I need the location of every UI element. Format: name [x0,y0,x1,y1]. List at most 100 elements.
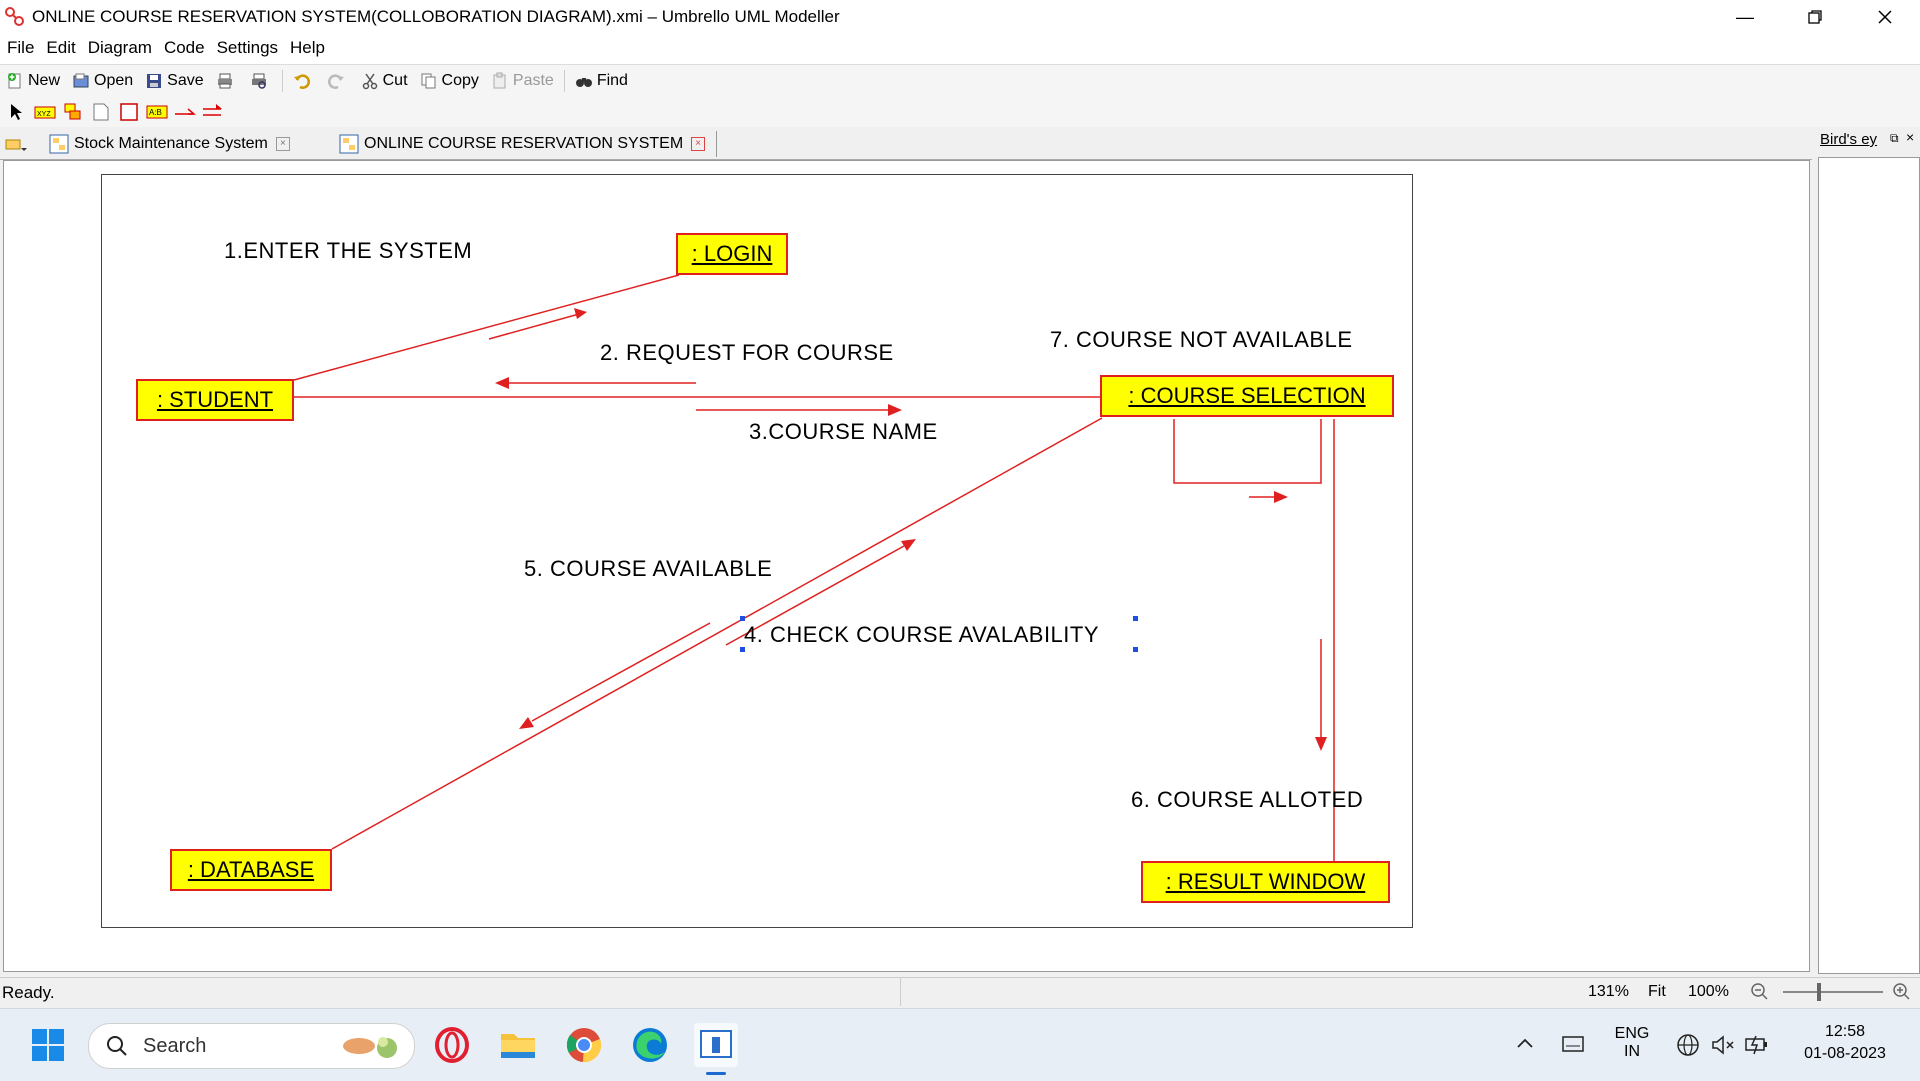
message-label-7[interactable]: 7. COURSE NOT AVAILABLE [1050,327,1353,353]
close-tab-icon[interactable]: × [691,137,706,151]
arrowhead-msg-4 [901,539,916,551]
language-indicator[interactable]: ENG IN [1612,1025,1652,1061]
text-tool[interactable]: A:B [146,101,168,123]
arrow-msg-1 [488,313,580,340]
text-box-icon: A:B [146,105,168,119]
paste-icon [493,72,506,89]
diagram-canvas[interactable]: : LOGIN : STUDENT : COURSE SELECTION : D… [3,160,1810,972]
tab-stock-maintenance[interactable]: Stock Maintenance System × [48,131,290,157]
object-result-window[interactable]: : RESULT WINDOW [1141,861,1390,903]
object-database[interactable]: : DATABASE [170,849,332,891]
tab-online-course-reservation[interactable]: ONLINE COURSE RESERVATION SYSTEM × [338,131,706,157]
object-student[interactable]: : STUDENT [136,379,294,421]
svg-text:XYZ: XYZ [37,111,51,118]
copy-button[interactable]: Copy [414,68,485,94]
menu-settings[interactable]: Settings [212,34,283,62]
chevron-up-icon[interactable] [1516,1037,1534,1049]
self-message-tool[interactable] [202,101,224,123]
box-tool[interactable] [118,101,140,123]
tab-list-button[interactable] [4,131,30,157]
restore-button[interactable] [1780,0,1850,34]
undo-button[interactable] [287,68,321,94]
close-window-button[interactable] [1850,0,1920,34]
text-tool-label: A:B [149,108,162,117]
opera-icon [435,1027,469,1063]
globe-network-icon[interactable] [1676,1033,1702,1059]
arrow-msg-5 [531,622,711,722]
object-login[interactable]: : LOGIN [676,233,788,275]
minimize-button[interactable]: — [1710,0,1780,34]
zoom-slider[interactable] [1783,991,1883,993]
opera-app-icon[interactable] [430,1023,474,1067]
chrome-app-icon[interactable] [562,1023,606,1067]
message-label-3[interactable]: 3.COURSE NAME [749,419,938,445]
multi-object-tool[interactable] [62,101,84,123]
message-label-1[interactable]: 1.ENTER THE SYSTEM [224,238,472,264]
multi-object-icon [64,103,81,120]
print-preview-icon [251,73,266,89]
minimize-icon: — [1736,6,1754,27]
file-explorer-app-icon[interactable] [496,1023,540,1067]
birds-eye-title: Bird's ey [1820,131,1878,148]
self-message-arrow-icon [203,104,222,116]
zoom-fit-button[interactable]: Fit [1648,983,1666,1001]
paste-button[interactable]: Paste [485,68,560,94]
redo-button[interactable] [321,68,355,94]
arrowhead-msg-5 [519,717,534,729]
arrow-pointer-icon [11,104,22,120]
menu-edit[interactable]: Edit [41,34,80,62]
note-icon [93,103,109,121]
cut-button[interactable]: Cut [355,68,414,94]
zoom-slider-handle[interactable] [1817,983,1821,1001]
diagram-tab-bar: Stock Maintenance System × ONLINE COURSE… [0,129,1812,160]
save-button[interactable]: Save [139,68,209,94]
print-preview-button[interactable] [244,68,278,94]
selection-handle[interactable] [740,647,745,652]
object-course-selection[interactable]: : COURSE SELECTION [1100,375,1394,417]
start-button[interactable] [26,1023,70,1067]
find-button[interactable]: Find [569,68,634,94]
zoom-out-icon[interactable] [1750,982,1770,1002]
birds-eye-view[interactable] [1818,157,1920,974]
search-label: Search [143,1035,207,1057]
message-tool[interactable] [174,101,196,123]
selection-handle[interactable] [1133,616,1138,621]
menu-help[interactable]: Help [285,34,330,62]
close-panel-icon[interactable]: × [1906,129,1914,145]
menu-code[interactable]: Code [159,34,210,62]
note-tool[interactable] [90,101,112,123]
title-bar: ONLINE COURSE RESERVATION SYSTEM(COLLOBO… [0,0,1920,34]
zoom-100-button[interactable]: 100% [1688,983,1729,1001]
message-label-2[interactable]: 2. REQUEST FOR COURSE [600,340,894,366]
zoom-level: 131% [1588,983,1629,1000]
float-panel-icon[interactable]: ⧉ [1890,131,1899,146]
message-label-5[interactable]: 5. COURSE AVAILABLE [524,556,772,582]
clock[interactable]: 12:58 01-08-2023 [1790,1023,1900,1063]
battery-charging-icon[interactable] [1744,1033,1772,1057]
close-tab-icon[interactable]: × [275,137,290,151]
object-tool[interactable]: XYZ [34,101,56,123]
birds-eye-panel: Bird's ey ⧉ × [1818,129,1920,974]
zoom-in-icon[interactable] [1892,982,1912,1002]
speaker-muted-icon[interactable] [1710,1033,1736,1057]
selection-handle[interactable] [740,616,745,621]
taskbar-search[interactable]: Search [88,1023,415,1069]
open-label: Open [94,72,134,89]
menu-file[interactable]: File [2,34,39,62]
selection-handle[interactable] [1133,647,1138,652]
chrome-icon [566,1028,602,1063]
menu-diagram[interactable]: Diagram [83,34,157,62]
edge-app-icon[interactable] [628,1023,672,1067]
open-button[interactable]: Open [66,68,139,94]
message-label-6[interactable]: 6. COURSE ALLOTED [1131,787,1363,813]
arrowhead-msg-6 [1315,737,1327,751]
edge-icon [633,1028,667,1062]
select-tool[interactable] [6,101,28,123]
umbrello-taskbar-icon[interactable] [694,1023,738,1075]
message-label-4[interactable]: 4. CHECK COURSE AVALABILITY [744,622,1099,648]
find-label: Find [596,72,628,89]
print-button[interactable] [210,68,244,94]
keyboard-icon[interactable] [1562,1035,1584,1053]
self-link-course-selection[interactable] [1173,419,1322,484]
new-button[interactable]: New [0,68,66,94]
